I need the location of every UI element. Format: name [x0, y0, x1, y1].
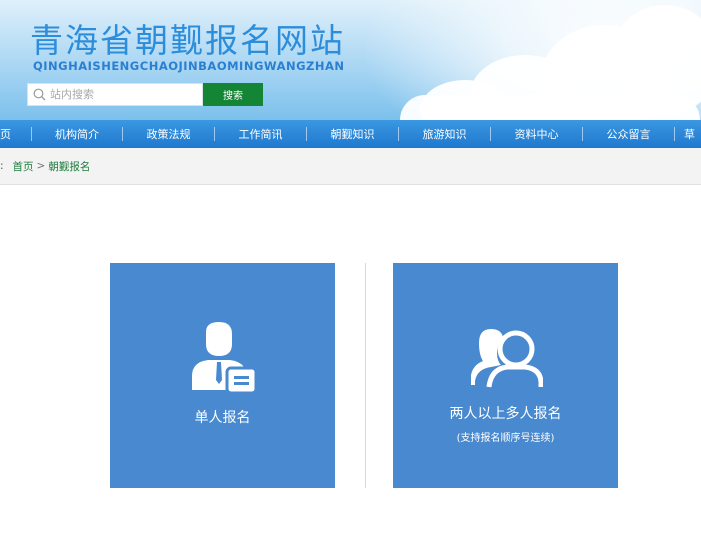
group-registration-card[interactable]: 两人以上多人报名 (支持报名顺序号连续) — [393, 263, 618, 488]
single-registration-title: 单人报名 — [194, 410, 251, 426]
search-button[interactable]: 搜索 — [203, 83, 263, 106]
group-registration-title: 两人以上多人报名 — [449, 406, 562, 422]
group-registration-subtitle: (支持报名顺序号连续) — [456, 433, 555, 444]
nav-item-about[interactable]: 机构简介 — [32, 120, 122, 148]
breadcrumb-prefix: : — [0, 160, 4, 172]
card-divider — [365, 263, 366, 488]
nav-item-resources[interactable]: 资料中心 — [491, 120, 582, 148]
search-input[interactable] — [50, 85, 195, 104]
search-box — [27, 83, 203, 106]
breadcrumb-home-link[interactable]: 首页 — [13, 159, 34, 174]
nav-item-pilgrimage-knowledge[interactable]: 朝觐知识 — [307, 120, 398, 148]
cloud-decoration — [400, 95, 700, 120]
nav-item-policy[interactable]: 政策法规 — [123, 120, 214, 148]
nav-item-news[interactable]: 工作简讯 — [215, 120, 306, 148]
nav-item-travel-knowledge[interactable]: 旅游知识 — [399, 120, 490, 148]
single-registration-card[interactable]: 单人报名 — [110, 263, 335, 488]
site-title: 青海省朝觐报名网站 — [30, 21, 345, 60]
breadcrumb-separator: > — [36, 160, 46, 172]
group-people-icon — [469, 323, 543, 395]
site-subtitle: QINGHAISHENGCHAOJINBAOMINGWANGZHAN — [33, 59, 345, 73]
nav-item-home[interactable]: 页 — [0, 120, 11, 148]
breadcrumb-current[interactable]: 朝觐报名 — [48, 159, 90, 174]
site-header: 青海省朝觐报名网站 QINGHAISHENGCHAOJINBAOMINGWANG… — [0, 0, 701, 120]
single-person-icon — [188, 320, 258, 399]
nav-item-messages[interactable]: 公众留言 — [583, 120, 674, 148]
main-nav: 页 机构简介 政策法规 工作简讯 朝觐知识 旅游知识 资料中心 公众留言 草 — [0, 120, 701, 148]
breadcrumb: : 首页 > 朝觐报名 — [0, 148, 701, 185]
search-icon — [28, 84, 50, 105]
nav-item-more[interactable]: 草 — [675, 120, 695, 148]
